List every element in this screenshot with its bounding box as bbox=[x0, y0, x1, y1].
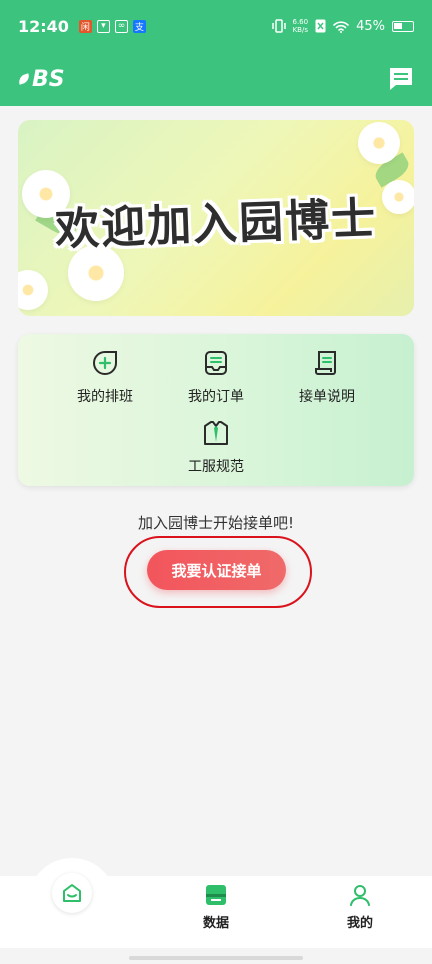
data-icon bbox=[206, 885, 226, 905]
app-notification-icon: ∞ bbox=[114, 19, 128, 33]
menu-item-label: 我的排班 bbox=[77, 389, 133, 405]
flower-decoration bbox=[18, 270, 48, 310]
leaf-icon bbox=[16, 73, 32, 85]
menu-item-label: 我的订单 bbox=[188, 389, 244, 405]
schedule-icon bbox=[93, 351, 117, 375]
welcome-banner: 欢迎加入园博士 bbox=[18, 120, 414, 316]
notification-icons: 闲 ▾ ∞ 支 bbox=[78, 19, 146, 33]
tab-data[interactable]: 数据 bbox=[186, 884, 246, 931]
status-right: 6.60 KB/s 45% bbox=[271, 18, 414, 34]
flower-decoration bbox=[358, 122, 400, 164]
uniform-icon bbox=[204, 421, 228, 445]
menu-item-schedule[interactable]: 我的排班 bbox=[50, 350, 160, 406]
menu-item-instructions[interactable]: 接单说明 bbox=[272, 350, 382, 406]
menu-item-label: 工服规范 bbox=[188, 459, 244, 475]
app-bar: BS bbox=[0, 52, 432, 106]
app-notification-icon: 闲 bbox=[78, 19, 92, 33]
app-notification-icon: ▾ bbox=[96, 19, 110, 33]
battery-percent: 45% bbox=[356, 18, 385, 34]
menu-item-label: 接单说明 bbox=[299, 389, 355, 405]
home-indicator bbox=[129, 956, 303, 960]
tab-label: 我的 bbox=[346, 916, 373, 931]
document-icon bbox=[315, 351, 336, 375]
wifi-icon bbox=[333, 20, 349, 33]
user-icon bbox=[350, 885, 370, 906]
tab-label: 数据 bbox=[202, 916, 229, 931]
status-bar: 12:40 闲 ▾ ∞ 支 6.60 KB/s 45% bbox=[0, 0, 432, 52]
join-prompt: 加入园博士开始接单吧! bbox=[137, 514, 294, 532]
menu-item-orders[interactable]: 我的订单 bbox=[161, 350, 271, 406]
status-time: 12:40 bbox=[18, 16, 69, 36]
banner-title: 欢迎加入园博士 bbox=[54, 193, 378, 256]
vibrate-icon bbox=[271, 19, 286, 33]
menu-item-uniform[interactable]: 工服规范 bbox=[161, 420, 271, 476]
message-icon[interactable] bbox=[388, 66, 414, 92]
net-speed: 6.60 KB/s bbox=[292, 18, 309, 34]
home-icon bbox=[63, 884, 81, 902]
certify-button[interactable]: 我要认证接单 bbox=[147, 550, 286, 590]
tab-home[interactable] bbox=[52, 873, 92, 913]
battery-icon bbox=[392, 20, 414, 32]
order-icon bbox=[205, 351, 227, 375]
app-notification-icon: 支 bbox=[132, 19, 146, 33]
tab-mine[interactable]: 我的 bbox=[330, 884, 390, 931]
menu-card: 我的排班 我的订单 接单说明 工服规范 bbox=[18, 334, 414, 486]
app-logo: BS bbox=[16, 67, 65, 92]
sim-icon bbox=[315, 19, 326, 33]
